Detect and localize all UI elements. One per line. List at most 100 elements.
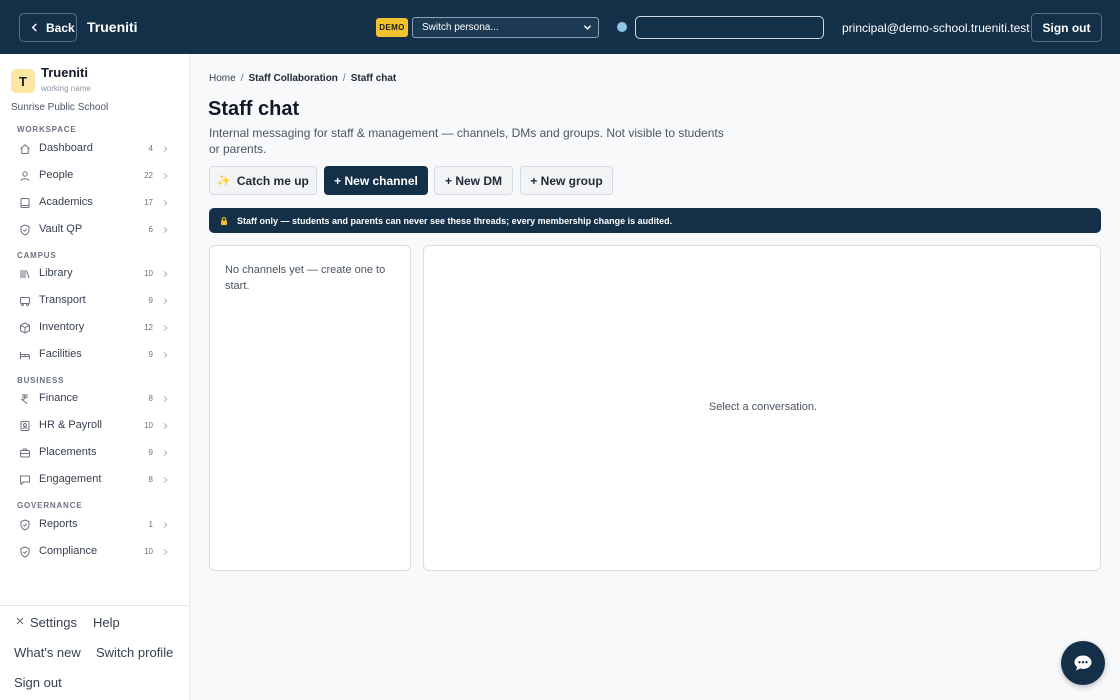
sidebar-item-count: 17 [144, 198, 153, 207]
sidebar-item-inventory[interactable]: Inventory 12 [11, 316, 181, 340]
shield-check-icon [20, 546, 30, 558]
chevron-right-icon [163, 352, 168, 358]
sidebar-item-count: 9 [148, 448, 153, 457]
home-icon [20, 144, 30, 154]
sidebar-item-count: 9 [148, 350, 153, 359]
section-label-governance: GOVERNANCE [17, 501, 83, 510]
chevron-right-icon [163, 450, 168, 456]
message-icon [20, 475, 30, 485]
breadcrumb-separator: / [342, 73, 346, 84]
chevron-right-icon [163, 477, 168, 483]
book-icon [20, 198, 30, 208]
breadcrumb-staff-collaboration[interactable]: Staff Collaboration [248, 73, 337, 84]
chevron-right-icon [163, 146, 168, 152]
chevron-right-icon [163, 549, 168, 555]
sidebar-item-placements[interactable]: Placements 9 [11, 441, 181, 465]
breadcrumb-current: Staff chat [350, 73, 397, 84]
chevron-right-icon [163, 200, 168, 206]
chat-bubble-icon [1074, 655, 1092, 671]
settings-link[interactable]: Settings [30, 615, 77, 630]
sidebar-item-label: Engagement [39, 473, 102, 485]
brand-name: Trueniti [41, 65, 88, 80]
shield-check-icon [20, 224, 30, 236]
sidebar-item-count: 9 [148, 296, 153, 305]
badge-icon [20, 421, 30, 431]
sidebar-item-count: 22 [144, 171, 153, 180]
sign-out-button[interactable]: Sign out [1031, 13, 1102, 42]
chevron-right-icon [163, 271, 168, 277]
box-icon [20, 322, 30, 334]
sidebar-item-label: Dashboard [39, 142, 93, 154]
breadcrumb-separator: / [240, 73, 244, 84]
sidebar-item-people[interactable]: People 22 [11, 164, 181, 188]
sidebar-item-count: 10 [144, 269, 153, 278]
back-button[interactable]: Back [19, 13, 77, 42]
briefcase-icon [20, 448, 30, 458]
new-channel-button[interactable]: + New channel [324, 166, 428, 195]
sidebar-item-dashboard[interactable]: Dashboard 4 [11, 137, 181, 161]
sidebar-item-count: 10 [144, 547, 153, 556]
user-email: principal@demo-school.trueniti.test [842, 21, 1030, 35]
new-dm-button[interactable]: + New DM [434, 166, 513, 195]
library-icon [20, 270, 30, 278]
sidebar-item-label: People [39, 169, 74, 181]
person-icon [20, 171, 30, 182]
close-icon[interactable] [16, 617, 24, 625]
sidebar-item-label: Facilities [39, 348, 82, 360]
sidebar-item-count: 8 [148, 394, 153, 403]
chevron-right-icon [163, 423, 168, 429]
sparkle-icon: ✨ [217, 175, 231, 187]
sidebar-item-library[interactable]: Library 10 [11, 262, 181, 286]
switch-profile-link[interactable]: Switch profile [96, 645, 173, 660]
top-bar: Back Trueniti DEMO Switch persona... pri… [0, 0, 1120, 54]
app-title: Trueniti [87, 19, 138, 35]
persona-select-value: Switch persona... [422, 22, 499, 33]
page-title: Staff chat [208, 98, 300, 120]
chevron-right-icon [163, 298, 168, 304]
sidebar-item-label: Reports [39, 518, 78, 530]
chevron-right-icon [163, 227, 168, 233]
shield-check-icon [20, 519, 30, 531]
logo: T [11, 69, 35, 93]
chat-launcher-button[interactable] [1061, 641, 1105, 685]
catch-me-up-label: Catch me up [236, 173, 309, 188]
sidebar-item-finance[interactable]: Finance 8 [11, 387, 181, 411]
whats-new-link[interactable]: What's new [14, 645, 81, 660]
sidebar-item-count: 8 [148, 475, 153, 484]
sidebar-footer: Settings Help What's new Switch profile … [0, 605, 190, 700]
breadcrumb-home[interactable]: Home [209, 73, 236, 84]
sign-out-link[interactable]: Sign out [14, 675, 62, 690]
sidebar-item-transport[interactable]: Transport 9 [11, 289, 181, 313]
sidebar-item-hr-payroll[interactable]: HR & Payroll 10 [11, 414, 181, 438]
search-input[interactable] [635, 16, 824, 39]
sidebar-item-count: 12 [144, 323, 153, 332]
sidebar-item-engagement[interactable]: Engagement 8 [11, 468, 181, 492]
sidebar-item-academics[interactable]: Academics 17 [11, 191, 181, 215]
rupee-icon [20, 394, 28, 404]
persona-select[interactable]: Switch persona... [412, 17, 599, 38]
sidebar: T Trueniti working name Sunrise Public S… [0, 54, 190, 700]
sidebar-item-count: 10 [144, 421, 153, 430]
chevron-right-icon [163, 325, 168, 331]
sidebar-item-label: Library [39, 267, 73, 279]
catch-me-up-button[interactable]: ✨ Catch me up [209, 166, 317, 195]
bus-icon [20, 297, 30, 306]
brand-subtitle: working name [41, 84, 91, 93]
demo-badge: DEMO [376, 18, 408, 37]
bed-icon [20, 352, 30, 359]
breadcrumb: Home / Staff Collaboration / Staff chat [209, 73, 396, 84]
new-group-button[interactable]: + New group [520, 166, 613, 195]
chevron-right-icon [163, 173, 168, 179]
sidebar-item-label: Finance [39, 392, 79, 404]
sidebar-item-facilities[interactable]: Facilities 9 [11, 343, 181, 367]
sidebar-item-vault-qp[interactable]: Vault QP 6 [11, 218, 181, 242]
sidebar-item-compliance[interactable]: Compliance 10 [11, 540, 181, 564]
section-label-workspace: WORKSPACE [17, 125, 77, 134]
help-link[interactable]: Help [93, 615, 120, 630]
school-name: Sunrise Public School [11, 102, 109, 113]
sidebar-item-label: Transport [39, 294, 86, 306]
lock-icon [221, 216, 227, 225]
sidebar-item-reports[interactable]: Reports 1 [11, 513, 181, 537]
chevron-right-icon [163, 396, 168, 402]
sidebar-item-label: Vault QP [39, 223, 83, 235]
